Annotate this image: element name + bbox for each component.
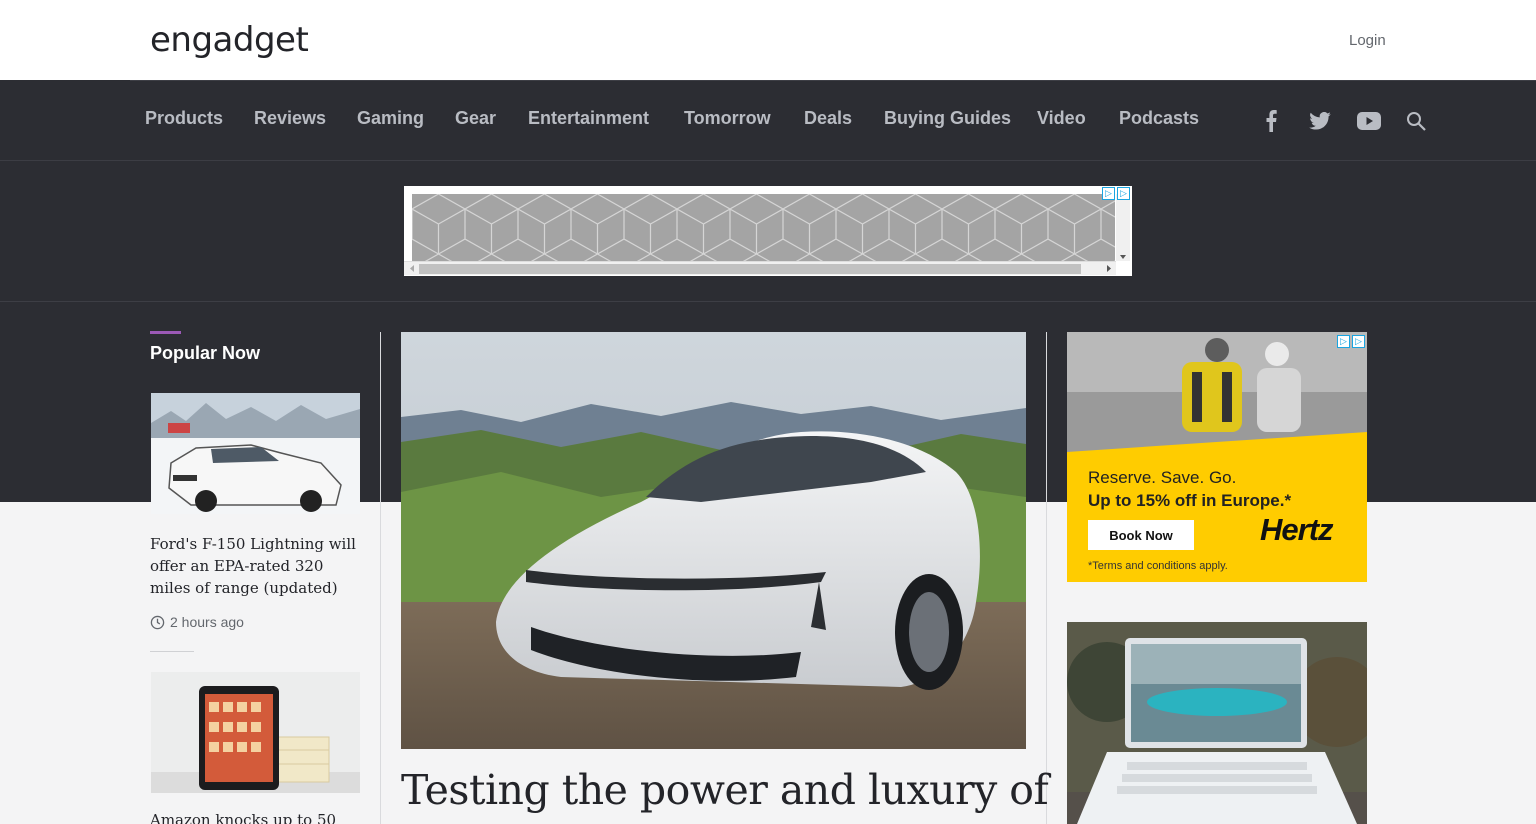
column-divider-right — [1046, 332, 1047, 824]
engadget-logo[interactable]: engadget — [150, 20, 309, 60]
youtube-icon[interactable] — [1356, 108, 1382, 134]
ad-scroll-thumb[interactable] — [419, 264, 1081, 274]
story-title-amazon[interactable]: Amazon knocks up to 50 — [150, 809, 362, 824]
hertz-terms: *Terms and conditions apply. — [1088, 560, 1228, 572]
nav-item-entertainment[interactable]: Entertainment — [528, 108, 649, 129]
story-thumbnail-f150[interactable] — [151, 393, 360, 514]
hertz-tagline: Reserve. Save. Go. — [1088, 468, 1237, 487]
hero-headline[interactable]: Testing the power and luxury of — [401, 766, 1049, 814]
site-header: engadget Login — [0, 0, 1536, 80]
story-time-f150: 2 hours ago — [150, 614, 244, 630]
nav-item-products[interactable]: Products — [145, 108, 223, 129]
nav-top-rule — [130, 80, 1536, 81]
adchoices-icon[interactable]: ▷ ▷ — [1100, 186, 1130, 200]
nav-item-gaming[interactable]: Gaming — [357, 108, 424, 129]
facebook-icon[interactable] — [1258, 108, 1284, 134]
ad-pattern-image — [412, 194, 1115, 261]
popular-accent-bar — [150, 331, 181, 334]
story-thumbnail-tablet[interactable] — [151, 672, 360, 793]
nav-item-tomorrow[interactable]: Tomorrow — [684, 108, 771, 129]
book-now-button[interactable]: Book Now — [1088, 520, 1194, 550]
hertz-logo: Hertz — [1260, 512, 1334, 547]
hertz-ad[interactable]: ▷ ▷ Reserve. Save. Go. Up to 15% off in E… — [1067, 332, 1367, 582]
main-nav: Products Reviews Gaming Gear Entertainme… — [0, 80, 1536, 161]
nav-item-video[interactable]: Video — [1037, 108, 1086, 129]
login-link[interactable]: Login — [1349, 32, 1386, 49]
nav-item-deals[interactable]: Deals — [804, 108, 852, 129]
story-time-label: 2 hours ago — [170, 614, 244, 630]
leaderboard-ad[interactable]: ▷ ▷ — [404, 186, 1132, 276]
hertz-offer: Up to 15% off in Europe.* — [1088, 491, 1292, 510]
hero-image[interactable] — [401, 332, 1026, 749]
column-divider-left — [380, 332, 381, 824]
band-divider — [0, 301, 1536, 302]
story-divider — [150, 651, 194, 652]
nav-item-reviews[interactable]: Reviews — [254, 108, 326, 129]
twitter-icon[interactable] — [1307, 108, 1333, 134]
story-title-f150[interactable]: Ford's F-150 Lightning will offer an EPA… — [150, 533, 362, 599]
laptop-story-image[interactable] — [1067, 622, 1367, 824]
popular-now-heading: Popular Now — [150, 343, 261, 363]
nav-item-buying-guides[interactable]: Buying Guides — [884, 108, 1011, 129]
nav-item-gear[interactable]: Gear — [455, 108, 496, 129]
nav-item-podcasts[interactable]: Podcasts — [1119, 108, 1199, 129]
search-icon[interactable] — [1403, 108, 1429, 134]
clock-icon — [150, 615, 165, 629]
ad-vertical-scrollbar[interactable] — [1116, 194, 1130, 261]
ad-horizontal-scrollbar[interactable] — [404, 261, 1116, 275]
adchoices-icon[interactable]: ▷ ▷ — [1335, 334, 1365, 348]
